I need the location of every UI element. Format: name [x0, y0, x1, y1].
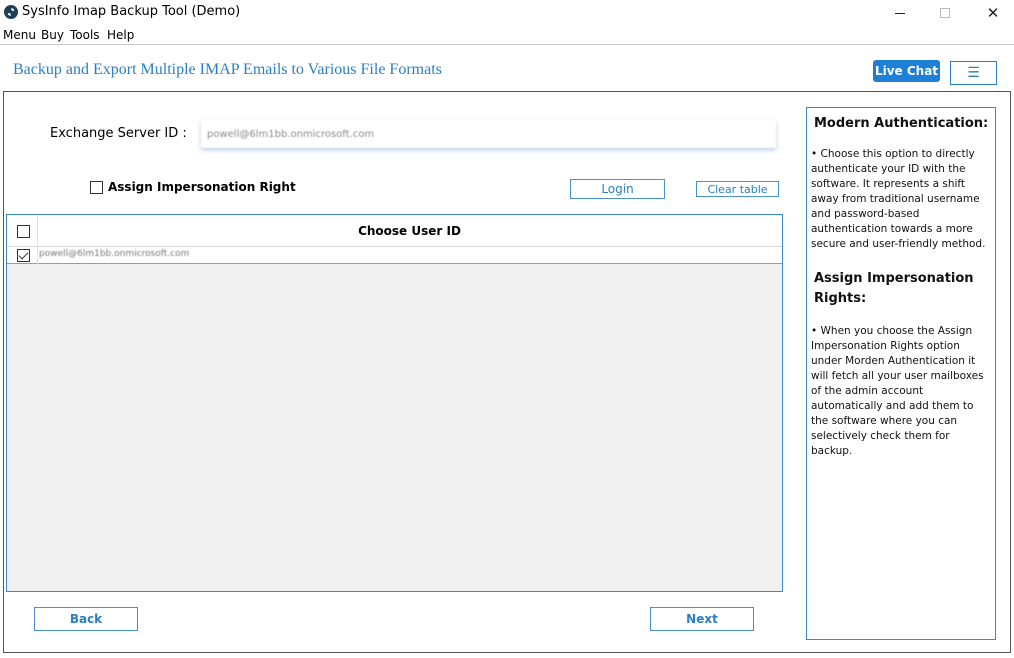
column-divider	[37, 247, 38, 264]
row-email: powell@6lm1bb.onmicrosoft.com	[39, 249, 190, 259]
live-chat-button[interactable]: Live Chat	[873, 60, 940, 82]
menu-bar: Menu Buy Tools Help	[0, 26, 1014, 45]
choose-user-id-header: Choose User ID	[358, 224, 461, 238]
exchange-server-label: Exchange Server ID :	[50, 126, 187, 141]
maximize-button[interactable]	[922, 0, 968, 26]
select-all-checkbox[interactable]	[17, 225, 30, 238]
user-id-table: Choose User ID powell@6lm1bb.onmicrosoft…	[6, 214, 783, 592]
info-panel: Modern Authentication: • Choose this opt…	[806, 107, 996, 640]
minimize-button[interactable]	[877, 0, 923, 26]
info-text-modern-auth: • Choose this option to directly authent…	[811, 148, 986, 250]
info-heading-modern-auth: Modern Authentication:	[814, 116, 989, 131]
impersonation-option[interactable]: Assign Impersonation Right	[90, 180, 296, 194]
login-button[interactable]: Login	[570, 179, 665, 199]
impersonation-checkbox[interactable]	[90, 180, 103, 194]
exchange-server-value: powell@6lm1bb.onmicrosoft.com	[207, 128, 375, 140]
menu-item-tools[interactable]: Tools	[70, 28, 100, 42]
hamburger-icon: ☰	[967, 65, 980, 81]
table-header: Choose User ID	[7, 215, 782, 247]
menu-item-buy[interactable]: Buy	[41, 28, 64, 42]
minimize-icon	[895, 12, 905, 14]
next-button[interactable]: Next	[650, 607, 754, 631]
close-icon: ✕	[986, 4, 1000, 22]
page-title: Backup and Export Multiple IMAP Emails t…	[13, 61, 442, 78]
maximize-icon	[940, 8, 950, 18]
window-title: SysInfo Imap Backup Tool (Demo)	[22, 4, 241, 19]
impersonation-label: Assign Impersonation Right	[108, 180, 296, 194]
app-logo-icon	[4, 5, 18, 19]
row-checkbox[interactable]	[17, 249, 30, 262]
menu-item-help[interactable]: Help	[107, 28, 134, 42]
close-button[interactable]: ✕	[970, 0, 1014, 26]
title-bar: SysInfo Imap Backup Tool (Demo) ✕	[0, 0, 1014, 26]
info-text-impersonation: • When you choose the Assign Impersonati…	[811, 325, 984, 457]
back-button[interactable]: Back	[34, 607, 138, 631]
exchange-server-input[interactable]: powell@6lm1bb.onmicrosoft.com	[201, 120, 776, 148]
hamburger-menu-button[interactable]: ☰	[950, 61, 997, 85]
menu-item-menu[interactable]: Menu	[3, 28, 36, 42]
clear-table-button[interactable]: Clear table	[696, 181, 779, 197]
info-heading-impersonation: Assign Impersonation Rights:	[814, 271, 974, 306]
table-row[interactable]: powell@6lm1bb.onmicrosoft.com	[7, 247, 782, 264]
